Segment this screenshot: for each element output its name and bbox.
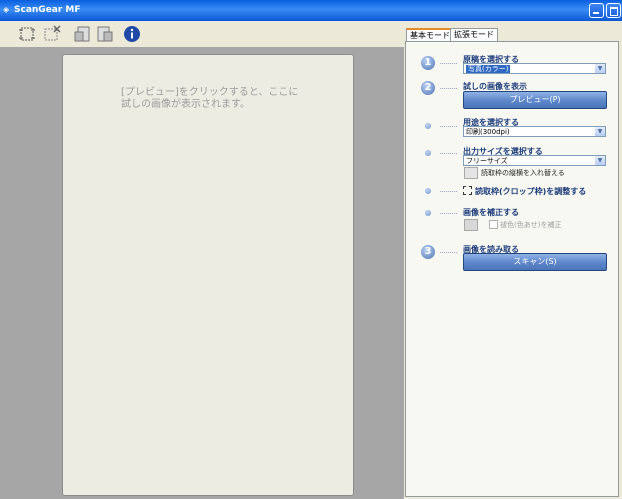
swap-orientation-label: 読取枠の縦横を入れ替える: [481, 169, 565, 177]
auto-crop-icon[interactable]: [18, 25, 36, 43]
chevron-down-icon[interactable]: ▼: [595, 156, 605, 165]
step-2-badge: 2: [421, 81, 435, 95]
step-3-badge: 3: [421, 245, 435, 259]
purpose-select-value: 印刷(300dpi): [466, 128, 510, 136]
substep-dot: [425, 150, 431, 156]
toolbar: [0, 21, 404, 47]
step-1-badge: 1: [421, 56, 435, 70]
preview-page[interactable]: [プレビュー]をクリックすると、ここに 試しの画像が表示されます。: [62, 54, 354, 496]
minimize-button[interactable]: [589, 3, 604, 18]
output-size-select-value: フリーサイズ: [466, 157, 508, 165]
crop-adjust-label[interactable]: 読取枠(クロップ枠)を調整する: [475, 186, 586, 197]
substep-dot: [425, 188, 431, 194]
step-connector: [440, 191, 457, 193]
step-connector: [440, 153, 457, 155]
image-correct-icon: [464, 219, 478, 231]
step-connector: [440, 88, 457, 90]
maximize-button[interactable]: [606, 3, 621, 18]
clear-crop-icon[interactable]: [43, 25, 61, 43]
tab-basic-mode[interactable]: 基本モード: [406, 28, 454, 41]
rotate-left-icon[interactable]: [73, 25, 91, 43]
step-connector: [440, 213, 457, 215]
info-icon[interactable]: [123, 25, 141, 43]
correct-label: 画像を補正する: [463, 208, 519, 217]
source-select-value: 写真(カラー): [466, 65, 511, 73]
window-title: ScanGear MF: [14, 5, 81, 15]
fade-correction-label: 褪色(色あせ)を補正: [500, 221, 562, 229]
source-select[interactable]: 写真(カラー) ▼: [463, 63, 606, 74]
chevron-down-icon[interactable]: ▼: [595, 64, 605, 73]
fade-correction-checkbox[interactable]: [489, 220, 498, 229]
scan-button[interactable]: スキャン(S): [463, 253, 607, 271]
chevron-down-icon[interactable]: ▼: [595, 127, 605, 136]
crop-frame-icon[interactable]: [463, 186, 472, 195]
app-icon: ◈: [3, 5, 10, 14]
swap-orientation-icon[interactable]: [464, 167, 478, 179]
title-bar: ◈ ScanGear MF: [0, 0, 622, 21]
purpose-select[interactable]: 印刷(300dpi) ▼: [463, 126, 606, 137]
tab-advanced-mode[interactable]: 拡張モード: [450, 28, 498, 41]
step-connector: [440, 63, 457, 65]
rotate-right-icon[interactable]: [96, 25, 114, 43]
substep-dot: [425, 210, 431, 216]
step-connector: [440, 252, 457, 254]
preview-button[interactable]: プレビュー(P): [463, 91, 607, 109]
step-connector: [440, 126, 457, 128]
preview-hint: [プレビュー]をクリックすると、ここに 試しの画像が表示されます。: [121, 87, 299, 110]
output-size-select[interactable]: フリーサイズ ▼: [463, 155, 606, 166]
substep-dot: [425, 123, 431, 129]
